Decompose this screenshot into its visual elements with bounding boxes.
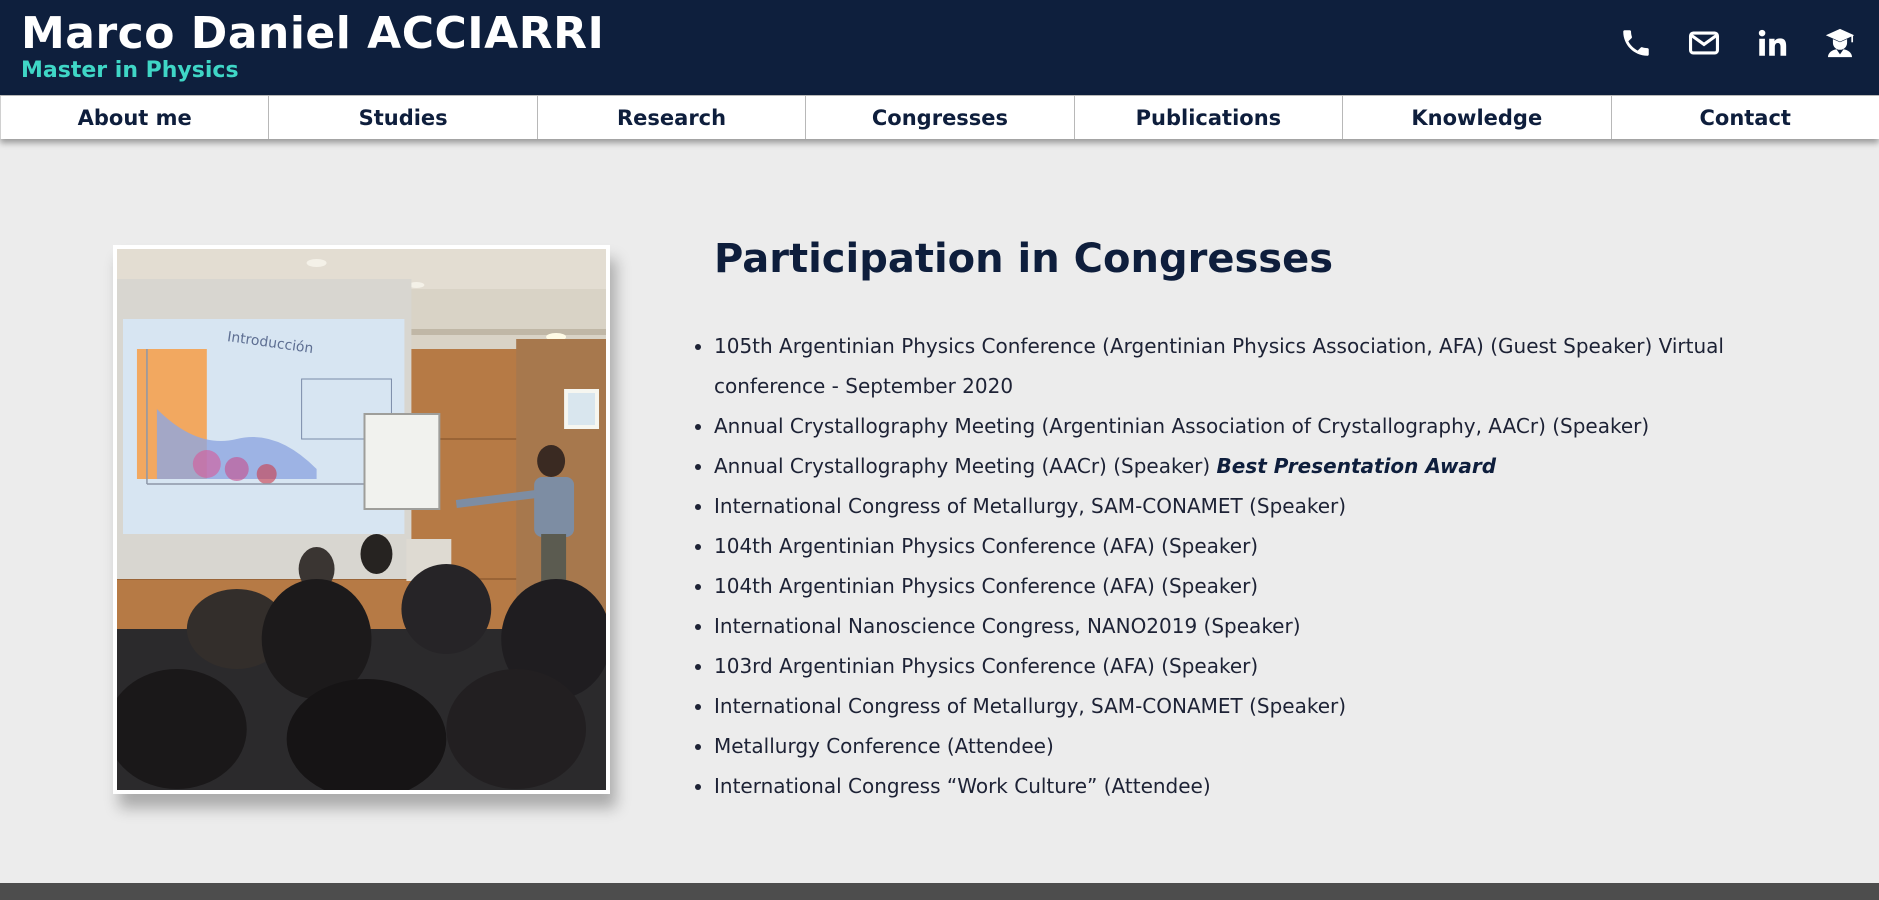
list-item: Metallurgy Conference (Attendee) (714, 726, 1794, 766)
nav-item-knowledge[interactable]: Knowledge (1342, 96, 1610, 139)
page-title: Participation in Congresses (714, 236, 1334, 282)
site-subtitle: Master in Physics (21, 58, 239, 83)
congress-text: 104th Argentinian Physics Conference (AF… (714, 574, 1259, 598)
congress-photo: Introducción (113, 245, 610, 794)
site-name[interactable]: Marco Daniel ACCIARRI (21, 8, 604, 59)
congress-text: International Nanoscience Congress, NANO… (714, 614, 1301, 638)
nav-item-research[interactable]: Research (536, 96, 805, 139)
site-header: Marco Daniel ACCIARRI Master in Physics (0, 0, 1879, 95)
nav-item-studies[interactable]: Studies (268, 96, 536, 139)
nav-item-contact[interactable]: Contact (1610, 96, 1879, 139)
congress-text: International Congress of Metallurgy, SA… (714, 494, 1347, 518)
congress-text: 104th Argentinian Physics Conference (AF… (714, 534, 1259, 558)
congress-text: 105th Argentinian Physics Conference (Ar… (714, 334, 1724, 398)
linkedin-icon[interactable] (1755, 26, 1789, 60)
list-item: International Nanoscience Congress, NANO… (714, 606, 1794, 646)
congress-list: 105th Argentinian Physics Conference (Ar… (692, 326, 1794, 806)
list-item: Annual Crystallography Meeting (Argentin… (714, 406, 1794, 446)
list-item: International Congress “Work Culture” (A… (714, 766, 1794, 806)
mail-icon[interactable] (1687, 26, 1721, 60)
nav-item-congresses[interactable]: Congresses (805, 96, 1073, 139)
congress-text: International Congress of Metallurgy, SA… (714, 694, 1347, 718)
list-item: International Congress of Metallurgy, SA… (714, 686, 1794, 726)
list-item: 105th Argentinian Physics Conference (Ar… (714, 326, 1794, 406)
list-item: 103rd Argentinian Physics Conference (AF… (714, 646, 1794, 686)
phone-icon[interactable] (1619, 26, 1653, 60)
congress-text: International Congress “Work Culture” (A… (714, 774, 1211, 798)
footer-bar (0, 883, 1879, 900)
congress-text: Metallurgy Conference (Attendee) (714, 734, 1054, 758)
nav-item-about-me[interactable]: About me (0, 96, 268, 139)
congress-text: Annual Crystallography Meeting (Argentin… (714, 414, 1650, 438)
congress-text: Annual Crystallography Meeting (AACr) (S… (714, 454, 1217, 478)
list-item: Annual Crystallography Meeting (AACr) (S… (714, 446, 1794, 486)
congress-text: 103rd Argentinian Physics Conference (AF… (714, 654, 1259, 678)
list-item: 104th Argentinian Physics Conference (AF… (714, 566, 1794, 606)
contact-icons (1619, 26, 1857, 60)
main-nav: About me Studies Research Congresses Pub… (0, 95, 1879, 139)
graduate-icon[interactable] (1823, 26, 1857, 60)
list-item: International Congress of Metallurgy, SA… (714, 486, 1794, 526)
conference-photo-illustration: Introducción (117, 249, 606, 790)
list-item: 104th Argentinian Physics Conference (AF… (714, 526, 1794, 566)
nav-item-publications[interactable]: Publications (1073, 96, 1342, 139)
award-label: Best Presentation Award (1216, 454, 1497, 478)
